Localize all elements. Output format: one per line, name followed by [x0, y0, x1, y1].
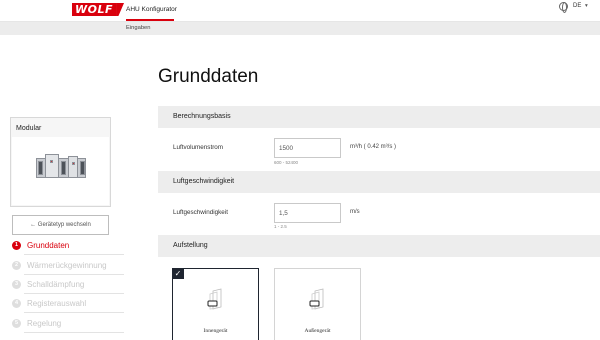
step-label: Schalldämpfung — [27, 279, 85, 289]
logo-accent — [116, 3, 125, 16]
step-divider — [24, 332, 124, 333]
checkmark-icon: ✓ — [172, 268, 184, 279]
breadcrumb-bar: Eingaben — [0, 22, 600, 35]
section-header-velocity: Luftgeschwindigkeit — [158, 171, 600, 193]
placement-option-outdoor[interactable]: Außengerät — [274, 268, 361, 340]
step-divider — [24, 312, 124, 313]
step-item-schalldaempfung[interactable]: 3 Schalldämpfung — [12, 277, 132, 291]
language-selector[interactable]: DE — [573, 3, 581, 9]
breadcrumb[interactable]: Eingaben — [126, 25, 151, 31]
airflow-range-hint: 600 - 52400 — [274, 160, 299, 165]
step-item-waermerueckgewinnung[interactable]: 2 Wärmerückgewinnung — [12, 258, 132, 272]
velocity-range-hint: 1 - 2.5 — [274, 224, 287, 229]
logo-wordmark: WOLF — [72, 3, 117, 16]
velocity-unit: m/s — [350, 209, 360, 215]
airflow-label: Luftvolumenstrom — [173, 144, 224, 151]
ahu-unit-image — [12, 137, 109, 205]
app-title[interactable]: AHU Konfigurator — [126, 6, 177, 13]
indoor-unit-icon — [207, 288, 222, 310]
section-title: Luftgeschwindigkeit — [173, 178, 235, 185]
step-divider — [24, 254, 124, 255]
step-label: Registerauswahl — [27, 298, 87, 308]
velocity-input[interactable] — [274, 203, 341, 223]
placement-label: Innengerät — [203, 328, 228, 334]
step-item-registerauswahl[interactable]: 4 Registerauswahl — [12, 296, 132, 310]
step-number: 1 — [12, 240, 21, 250]
placement-label: Außengerät — [304, 328, 331, 334]
step-number: 4 — [12, 298, 21, 308]
step-number: 2 — [12, 260, 21, 270]
globe-icon[interactable] — [559, 2, 568, 13]
step-divider — [24, 274, 124, 275]
step-divider — [24, 293, 124, 294]
switch-device-type-button[interactable]: ← Gerätetyp wechseln — [12, 215, 109, 235]
step-label: Grunddaten — [27, 240, 70, 250]
step-number: 5 — [12, 318, 21, 328]
step-label: Regelung — [27, 318, 62, 328]
section-title: Aufstellung — [173, 242, 208, 249]
section-header-placement: Aufstellung — [158, 235, 600, 257]
step-item-regelung[interactable]: 5 Regelung — [12, 316, 132, 330]
step-label: Wärmerückgewinnung — [27, 260, 107, 270]
section-title: Berechnungsbasis — [173, 113, 231, 120]
top-header: WOLF AHU Konfigurator DE ▾ — [0, 0, 600, 22]
active-tab-indicator — [126, 19, 174, 21]
airflow-input[interactable] — [274, 138, 341, 158]
step-item-grunddaten[interactable]: 1 Grunddaten — [12, 238, 132, 252]
page-title: Grunddaten — [158, 66, 259, 87]
outdoor-unit-icon — [309, 288, 324, 310]
chevron-down-icon[interactable]: ▾ — [585, 3, 588, 9]
device-type-title: Modular — [16, 125, 42, 132]
wolf-logo[interactable]: WOLF — [72, 3, 125, 16]
velocity-label: Luftgeschwindigkeit — [173, 209, 228, 216]
placement-option-indoor[interactable]: ✓ Innengerät — [172, 268, 259, 340]
airflow-unit: m³/h ( 0.42 m³/s ) — [350, 144, 397, 150]
section-header-basis: Berechnungsbasis — [158, 106, 600, 128]
step-number: 3 — [12, 279, 21, 289]
